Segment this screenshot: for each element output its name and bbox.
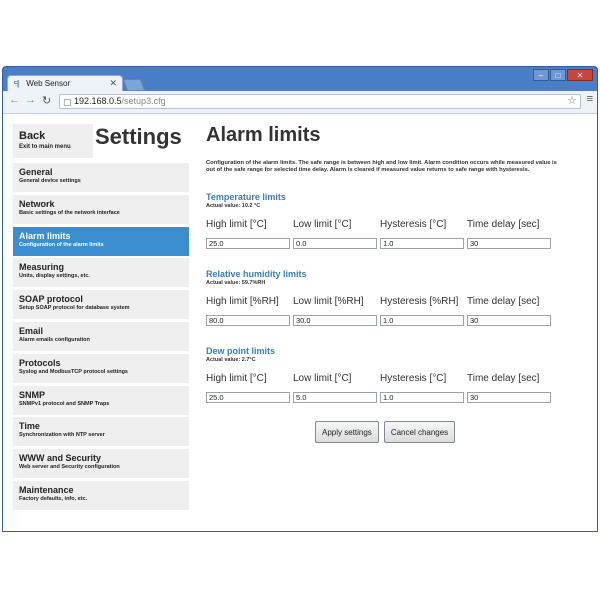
temp-low-limit-input[interactable]: [293, 238, 377, 249]
rh-time-delay-input[interactable]: [467, 315, 551, 326]
actual-value: Actual value: 59.7%RH: [206, 280, 266, 286]
field-label: Hysteresis [°C]: [380, 219, 447, 230]
field-label: High limit [%RH]: [206, 296, 279, 307]
field-label: Low limit [%RH]: [293, 296, 364, 307]
menu-item-label: SNMP: [19, 389, 46, 400]
menu-item-label: WWW and Security: [19, 453, 102, 464]
menu-item-sublabel: Configuration of the alarm limits: [19, 241, 104, 248]
menu-item-label: Email: [19, 325, 44, 336]
field-label: Low limit [°C]: [293, 373, 352, 384]
back-arrow-icon[interactable]: ←: [9, 94, 20, 106]
menu-item-general[interactable]: General General device settings: [13, 163, 189, 192]
url-path: /setup3.cfg: [121, 96, 166, 106]
menu-item-sublabel: Synchronization with NTP server: [19, 432, 105, 439]
menu-item-protocols[interactable]: Protocols Syslog and ModbusTCP protocol s…: [13, 353, 189, 383]
dew-point-limits-section: Dew point limits Actual value: 2.7°C Hig…: [206, 346, 566, 405]
cancel-changes-button[interactable]: Cancel changes: [383, 421, 456, 443]
rh-high-limit-input[interactable]: [206, 315, 290, 326]
section-title: Dew point limits: [206, 346, 276, 356]
settings-menu: General General device settings Network Ba…: [13, 163, 189, 513]
menu-item-sublabel: Factory defaults, info, etc.: [19, 495, 88, 502]
page-icon: ▢: [63, 97, 72, 107]
new-tab-button[interactable]: [122, 79, 146, 91]
maximize-button[interactable]: □: [550, 69, 566, 81]
temp-time-delay-input[interactable]: [467, 238, 551, 249]
menu-item-sublabel: Syslog and ModbusTCP protocol settings: [19, 368, 128, 375]
dew-low-limit-input[interactable]: [293, 392, 377, 403]
actual-value: Actual value: 10.2 °C: [206, 203, 261, 209]
menu-item-label: Protocols: [19, 357, 61, 368]
title-bar: ᶜ| Web Sensor ✕ – □ ✕: [3, 67, 597, 91]
menu-item-label: Measuring: [19, 262, 65, 273]
section-title: Relative humidity limits: [206, 269, 307, 279]
menu-item-sublabel: Setup SOAP protocol for database system: [19, 305, 130, 312]
browser-tab[interactable]: ᶜ| Web Sensor ✕: [7, 75, 123, 91]
menu-item-alarm-limits[interactable]: Alarm limits Configuration of the alarm l…: [13, 226, 189, 256]
section-title: Temperature limits: [206, 192, 286, 202]
menu-item-sublabel: Basic settings of the network interface: [19, 209, 120, 216]
field-label: Time delay [sec]: [467, 296, 540, 307]
browser-window: ᶜ| Web Sensor ✕ – □ ✕ ← → ↻ ▢ 192.168.0.…: [2, 66, 598, 532]
menu-item-time[interactable]: Time Synchronization with NTP server: [13, 417, 189, 447]
menu-item-label: Maintenance: [19, 484, 74, 495]
menu-item-measuring[interactable]: Measuring Units, display settings, etc.: [13, 258, 189, 288]
rh-low-limit-input[interactable]: [293, 315, 377, 326]
temp-hysteresis-input[interactable]: [380, 238, 464, 249]
page-description: Configuration of the alarm limits. The s…: [206, 160, 557, 173]
temp-high-limit-input[interactable]: [206, 238, 290, 249]
menu-item-www-security[interactable]: WWW and Security Web server and Security …: [13, 449, 189, 479]
bookmark-star-icon[interactable]: ☆: [567, 95, 577, 108]
dew-time-delay-input[interactable]: [467, 392, 551, 403]
window-controls: – □ ✕: [532, 69, 593, 83]
humidity-limits-section: Relative humidity limits Actual value: 5…: [206, 269, 566, 328]
menu-item-sublabel: SNMPv1 protocol and SNMP Traps: [19, 400, 110, 407]
menu-item-sublabel: Web server and Security configuration: [19, 464, 120, 471]
menu-item-label: Alarm limits: [19, 230, 71, 241]
tab-close-icon[interactable]: ✕: [109, 78, 117, 89]
menu-item-label: General: [19, 167, 53, 177]
menu-item-maintenance[interactable]: Maintenance Factory defaults, info, etc.: [13, 480, 189, 510]
dew-high-limit-input[interactable]: [206, 392, 290, 403]
reload-icon[interactable]: ↻: [42, 94, 51, 107]
apply-settings-button[interactable]: Apply settings: [315, 421, 379, 443]
url-host: 192.168.0.5: [74, 96, 122, 106]
menu-item-email[interactable]: Email Alarm emails configuration: [13, 321, 189, 351]
page-content: Back Exit to main menu Settings General G…: [3, 114, 597, 531]
settings-heading: Settings: [95, 124, 182, 149]
menu-item-snmp[interactable]: SNMP SNMPv1 protocol and SNMP Traps: [13, 385, 189, 415]
menu-item-label: Network: [19, 198, 55, 209]
close-window-button[interactable]: ✕: [567, 69, 593, 81]
field-label: High limit [°C]: [206, 373, 267, 384]
menu-item-label: Time: [19, 421, 40, 432]
field-label: Hysteresis [%RH]: [380, 296, 459, 307]
tab-title: Web Sensor: [26, 79, 71, 88]
menu-item-label: SOAP protocol: [19, 294, 83, 305]
back-sublabel: Exit to main menu: [19, 144, 71, 150]
temperature-limits-section: Temperature limits Actual value: 10.2 °C…: [206, 192, 566, 251]
menu-item-sublabel: Units, display settings, etc.: [19, 273, 90, 280]
field-label: Low limit [°C]: [293, 219, 352, 230]
actual-value: Actual value: 2.7°C: [206, 357, 256, 363]
minimize-button[interactable]: –: [533, 69, 549, 81]
page-title: Alarm limits: [206, 124, 321, 146]
address-bar[interactable]: ▢ 192.168.0.5/setup3.cfg ☆: [59, 94, 581, 109]
field-label: Hysteresis [°C]: [380, 373, 447, 384]
form-buttons: Apply settings Cancel changes: [315, 421, 460, 443]
back-label: Back: [19, 130, 46, 142]
field-label: Time delay [sec]: [467, 373, 540, 384]
menu-item-soap-protocol[interactable]: SOAP protocol Setup SOAP protocol for dat…: [13, 290, 189, 320]
field-label: Time delay [sec]: [467, 219, 540, 230]
hamburger-menu-icon[interactable]: ≡: [587, 93, 593, 105]
rh-hysteresis-input[interactable]: [380, 315, 464, 326]
dew-hysteresis-input[interactable]: [380, 392, 464, 403]
menu-item-sublabel: General device settings: [19, 178, 81, 184]
back-button[interactable]: Back Exit to main menu: [13, 124, 93, 158]
field-label: High limit [°C]: [206, 219, 267, 230]
menu-item-network[interactable]: Network Basic settings of the network int…: [13, 194, 189, 224]
favicon-icon: ᶜ|: [14, 79, 20, 88]
forward-arrow-icon[interactable]: →: [25, 94, 36, 106]
menu-item-sublabel: Alarm emails configuration: [19, 336, 90, 343]
browser-toolbar: ← → ↻ ▢ 192.168.0.5/setup3.cfg ☆ ≡: [3, 91, 597, 114]
